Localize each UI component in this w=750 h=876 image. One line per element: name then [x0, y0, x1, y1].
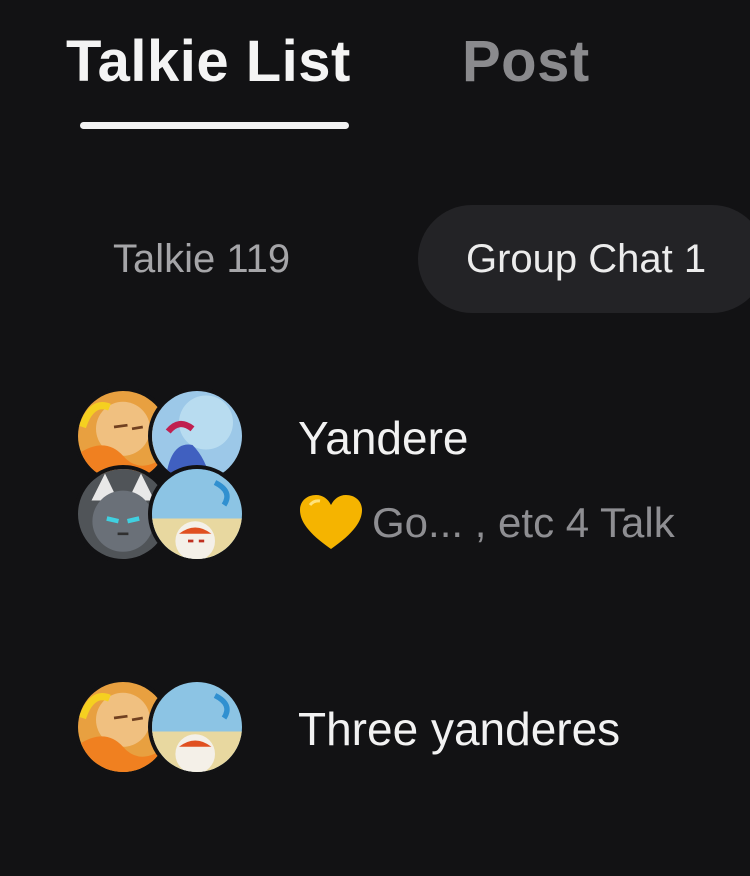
- yellow-heart-icon: [298, 493, 364, 553]
- chat-list-item[interactable]: Three yanderes: [0, 676, 750, 876]
- active-tab-indicator: [80, 122, 349, 129]
- group-avatar: [74, 678, 246, 854]
- chat-list-item[interactable]: Yandere Go... , etc 4 Talk: [0, 385, 750, 585]
- filter-chip-group-chat[interactable]: Group Chat 1: [418, 205, 750, 313]
- tab-talkie-list[interactable]: Talkie List: [66, 28, 351, 95]
- filter-chip-talkie[interactable]: Talkie 119: [113, 205, 290, 313]
- chat-preview-text: Go... , etc 4 Talk: [372, 499, 675, 546]
- avatar-beach-character: [148, 678, 246, 776]
- chat-title: Three yanderes: [298, 703, 621, 755]
- chat-preview: Go... , etc 4 Talk: [298, 493, 675, 553]
- top-tab-bar: Talkie List Post: [0, 0, 750, 140]
- avatar-beach-character: [148, 465, 246, 563]
- filter-chip-row: Talkie 119 Group Chat 1: [0, 205, 750, 317]
- group-avatar: [74, 387, 246, 563]
- chat-title: Yandere: [298, 412, 469, 464]
- tab-post[interactable]: Post: [462, 28, 590, 95]
